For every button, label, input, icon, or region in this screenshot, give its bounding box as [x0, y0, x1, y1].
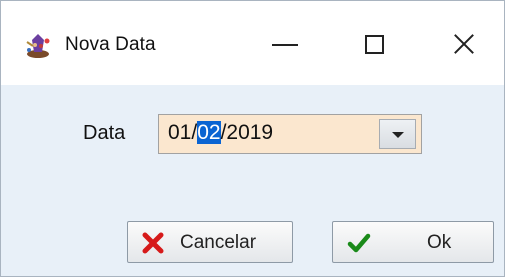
ok-button-label: Ok [427, 232, 452, 253]
wizard-app-icon [26, 34, 50, 58]
red-x-icon [142, 232, 164, 254]
window-title: Nova Data [65, 34, 156, 55]
close-button[interactable] [439, 25, 489, 63]
close-icon [453, 33, 475, 55]
date-month-selected[interactable]: 02 [197, 121, 221, 144]
cancel-button[interactable]: Cancelar [127, 221, 293, 263]
cancel-button-label: Cancelar [180, 232, 257, 253]
date-picker-field[interactable]: 01/02/2019 [158, 114, 422, 154]
nova-data-dialog: Nova Data Data 01/02/2019 Cancelar Ok [0, 0, 505, 277]
date-year[interactable]: /2019 [221, 121, 274, 144]
date-label: Data [83, 122, 126, 144]
date-input-text[interactable]: 01/02/2019 [168, 121, 273, 145]
date-day[interactable]: 01/ [168, 121, 197, 144]
title-bar[interactable]: Nova Data [1, 1, 504, 85]
minimize-button[interactable] [260, 25, 310, 63]
chevron-down-icon [391, 132, 404, 138]
maximize-icon [364, 34, 384, 54]
minimize-icon [272, 44, 298, 46]
ok-button[interactable]: Ok [332, 221, 494, 263]
date-dropdown-button[interactable] [379, 119, 416, 149]
green-check-icon [347, 233, 371, 253]
maximize-button[interactable] [349, 25, 399, 63]
